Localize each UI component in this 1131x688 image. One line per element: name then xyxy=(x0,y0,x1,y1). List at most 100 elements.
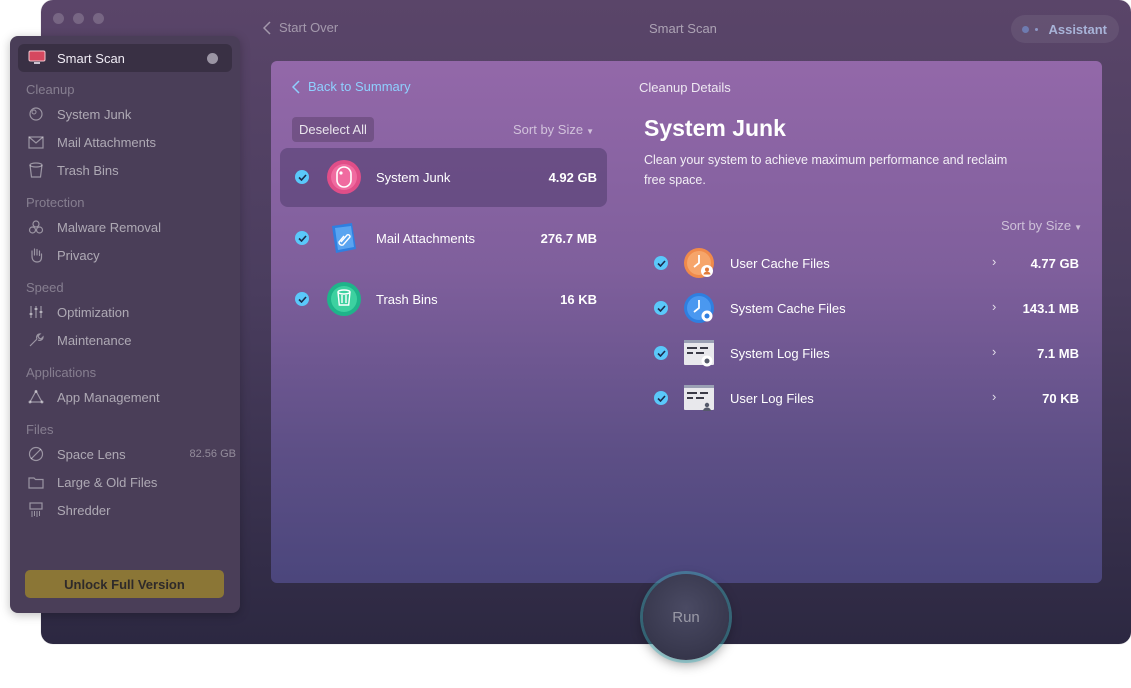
apps-icon xyxy=(26,388,46,406)
junk-icon xyxy=(26,105,46,123)
checkbox-checked-icon[interactable] xyxy=(654,256,668,270)
sidebar-item-large-old-files[interactable]: Large & Old Files xyxy=(26,471,226,493)
detail-name: System Log Files xyxy=(730,346,830,361)
checkbox-checked-icon[interactable] xyxy=(295,170,309,184)
section-cleanup: Cleanup xyxy=(26,82,75,97)
detail-size: 143.1 MB xyxy=(1022,301,1079,316)
detail-size: 4.77 GB xyxy=(1030,256,1079,271)
close-window-button[interactable] xyxy=(53,13,64,24)
folder-icon xyxy=(26,473,46,491)
section-protection: Protection xyxy=(26,195,85,210)
checkbox-checked-icon[interactable] xyxy=(295,292,309,306)
minimize-window-button[interactable] xyxy=(73,13,84,24)
sidebar-item-malware-removal[interactable]: Malware Removal xyxy=(26,216,226,238)
system-junk-icon xyxy=(327,160,361,194)
run-label: Run xyxy=(672,608,700,626)
sidebar-item-mail-attachments[interactable]: Mail Attachments xyxy=(26,131,226,153)
start-over-button[interactable]: Start Over xyxy=(263,20,338,35)
zoom-window-button[interactable] xyxy=(93,13,104,24)
assistant-button[interactable]: Assistant xyxy=(1011,15,1119,43)
chevron-right-icon[interactable]: › xyxy=(992,389,996,404)
system-cache-icon xyxy=(684,293,714,323)
sidebar-item-privacy[interactable]: Privacy xyxy=(26,244,226,266)
sidebar-item-label: Large & Old Files xyxy=(57,474,158,490)
hand-icon xyxy=(26,246,46,264)
category-size: 16 KB xyxy=(560,292,597,307)
detail-size: 7.1 MB xyxy=(1037,346,1079,361)
sidebar-item-label: Smart Scan xyxy=(57,51,125,66)
sidebar-item-label: Malware Removal xyxy=(57,219,162,235)
category-name: System Junk xyxy=(376,170,451,185)
back-to-summary-link[interactable]: Back to Summary xyxy=(292,79,411,94)
sort-label: Sort by Size xyxy=(513,122,584,137)
sidebar-item-label: Privacy xyxy=(57,247,100,263)
mail-attachments-icon xyxy=(332,223,356,253)
cleanup-panel: Back to Summary Deselect All Sort by Siz… xyxy=(271,61,1102,583)
detail-row-system-log-files[interactable]: System Log Files › 7.1 MB xyxy=(654,332,1082,377)
sidebar-item-trash-bins[interactable]: Trash Bins xyxy=(26,159,226,181)
sidebar-item-label: Maintenance xyxy=(57,332,132,348)
sidebar-item-app-management[interactable]: App Management xyxy=(26,386,226,408)
assistant-small-dot-icon xyxy=(1035,27,1039,31)
sidebar-item-shredder[interactable]: Shredder xyxy=(26,499,226,521)
sidebar-item-label: System Junk xyxy=(57,106,132,122)
chevron-right-icon[interactable]: › xyxy=(992,299,996,314)
sidebar-item-label: Optimization xyxy=(57,304,130,320)
detail-name: User Cache Files xyxy=(730,256,830,271)
assistant-dot-icon xyxy=(1022,25,1030,33)
checkbox-checked-icon[interactable] xyxy=(654,301,668,315)
assistant-label: Assistant xyxy=(1048,21,1107,37)
section-applications: Applications xyxy=(26,365,97,380)
trash-icon xyxy=(26,161,46,179)
sort-by-size-dropdown[interactable]: Sort by Size ▼ xyxy=(513,122,594,137)
section-files: Files xyxy=(26,422,54,437)
sidebar-item-label: Shredder xyxy=(57,502,111,518)
monitor-icon xyxy=(28,50,46,64)
category-name: Mail Attachments xyxy=(376,231,475,246)
chevron-right-icon[interactable]: › xyxy=(992,254,996,269)
sidebar-item-label: Space Lens xyxy=(57,446,126,462)
deselect-all-button[interactable]: Deselect All xyxy=(292,117,374,142)
window-title: Smart Scan xyxy=(649,21,717,36)
sidebar-item-label: Trash Bins xyxy=(57,162,119,178)
scan-status-indicator xyxy=(207,53,218,64)
category-row-trash-bins[interactable]: Trash Bins 16 KB xyxy=(280,270,607,329)
detail-name: User Log Files xyxy=(730,391,814,406)
sidebar-item-label: Mail Attachments xyxy=(57,134,156,150)
category-row-mail-attachments[interactable]: Mail Attachments 276.7 MB xyxy=(280,209,607,268)
start-over-label: Start Over xyxy=(279,20,339,35)
checkbox-checked-icon[interactable] xyxy=(295,231,309,245)
user-cache-icon xyxy=(684,248,714,278)
cleanup-details-header: Cleanup Details xyxy=(639,80,731,95)
chevron-left-icon xyxy=(292,79,300,94)
checkbox-checked-icon[interactable] xyxy=(654,346,668,360)
dropdown-arrow-icon: ▼ xyxy=(586,127,595,136)
category-row-system-junk[interactable]: System Junk 4.92 GB xyxy=(280,148,607,207)
category-name: Trash Bins xyxy=(376,292,438,307)
details-description: Clean your system to achieve maximum per… xyxy=(644,153,1008,187)
sort-by-size-dropdown[interactable]: Sort by Size ▼ xyxy=(1001,218,1082,233)
unlock-full-version-button[interactable]: Unlock Full Version xyxy=(25,570,224,598)
run-button[interactable]: Run xyxy=(643,574,729,660)
back-to-summary-label: Back to Summary xyxy=(308,79,411,94)
sidebar-item-smart-scan[interactable]: Smart Scan xyxy=(18,44,232,72)
sidebar-item-system-junk[interactable]: System Junk xyxy=(26,103,226,125)
sidebar: Smart Scan Cleanup System Junk Mail Atta… xyxy=(10,36,240,613)
mail-icon xyxy=(26,133,46,151)
user-log-icon xyxy=(684,385,714,411)
sidebar-item-optimization[interactable]: Optimization xyxy=(26,301,226,323)
chevron-right-icon[interactable]: › xyxy=(992,344,996,359)
checkbox-checked-icon[interactable] xyxy=(654,391,668,405)
biohazard-icon xyxy=(26,218,46,236)
detail-size: 70 KB xyxy=(1042,391,1079,406)
system-log-icon xyxy=(684,340,714,367)
trash-bins-icon xyxy=(327,282,361,316)
sidebar-item-maintenance[interactable]: Maintenance xyxy=(26,329,226,351)
sidebar-item-space-lens[interactable]: Space Lens 82.56 GB xyxy=(26,443,236,465)
detail-row-system-cache-files[interactable]: System Cache Files › 143.1 MB xyxy=(654,287,1082,332)
section-speed: Speed xyxy=(26,280,64,295)
detail-row-user-cache-files[interactable]: User Cache Files › 4.77 GB xyxy=(654,242,1082,287)
details-title: System Junk xyxy=(644,115,786,141)
wrench-icon xyxy=(26,331,46,349)
detail-row-user-log-files[interactable]: User Log Files › 70 KB xyxy=(654,377,1082,422)
